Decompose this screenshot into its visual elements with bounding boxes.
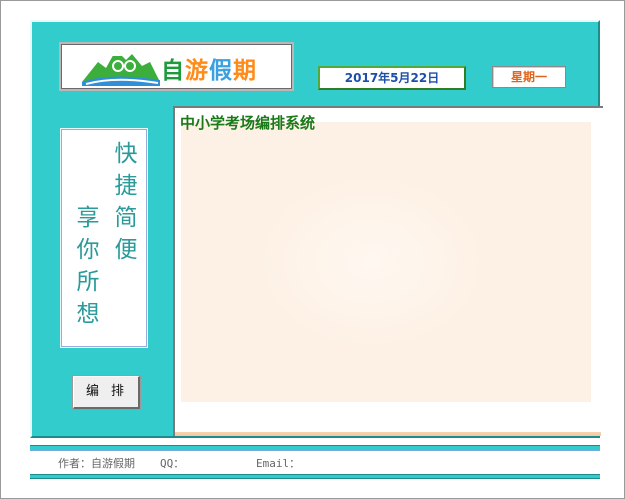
slogan-char: 所: [76, 269, 100, 295]
slogan-char: 享: [76, 205, 100, 231]
content-divider: [175, 432, 601, 436]
date-display: 2017年5月22日: [318, 66, 466, 90]
footer-divider-bottom: [30, 474, 600, 479]
slogan-char: 捷: [114, 173, 138, 199]
mountain-logo-icon: [82, 50, 160, 86]
footer-qq: QQ：: [160, 457, 185, 470]
footer-divider-top: [30, 445, 600, 451]
slogan-char: 快: [114, 141, 138, 167]
logo-char: 期: [233, 58, 257, 84]
footer-author: 作者：自游假期: [58, 457, 135, 470]
logo-char: 自: [161, 58, 185, 84]
content-background: [181, 122, 591, 402]
content-area: [173, 106, 603, 436]
logo-text: 自游假期: [161, 51, 257, 85]
slogan-column-1: 快 捷 简 便: [112, 138, 140, 266]
arrange-button[interactable]: 编排: [72, 375, 141, 410]
slogan-char: 你: [76, 237, 100, 263]
weekday-display: 星期一: [492, 66, 566, 88]
slogan-char: 便: [114, 237, 138, 263]
system-title: 中小学考场编排系统: [180, 114, 316, 132]
footer-email: Email：: [256, 457, 301, 470]
logo-char: 游: [185, 58, 209, 84]
logo-char: 假: [209, 58, 233, 84]
slogan-box: 快 捷 简 便 享 你 所 想: [60, 128, 148, 348]
slogan-column-2: 享 你 所 想: [74, 202, 102, 330]
slogan-char: 简: [114, 205, 138, 231]
slogan-char: 想: [76, 301, 100, 327]
logo: 自游假期: [59, 42, 294, 91]
